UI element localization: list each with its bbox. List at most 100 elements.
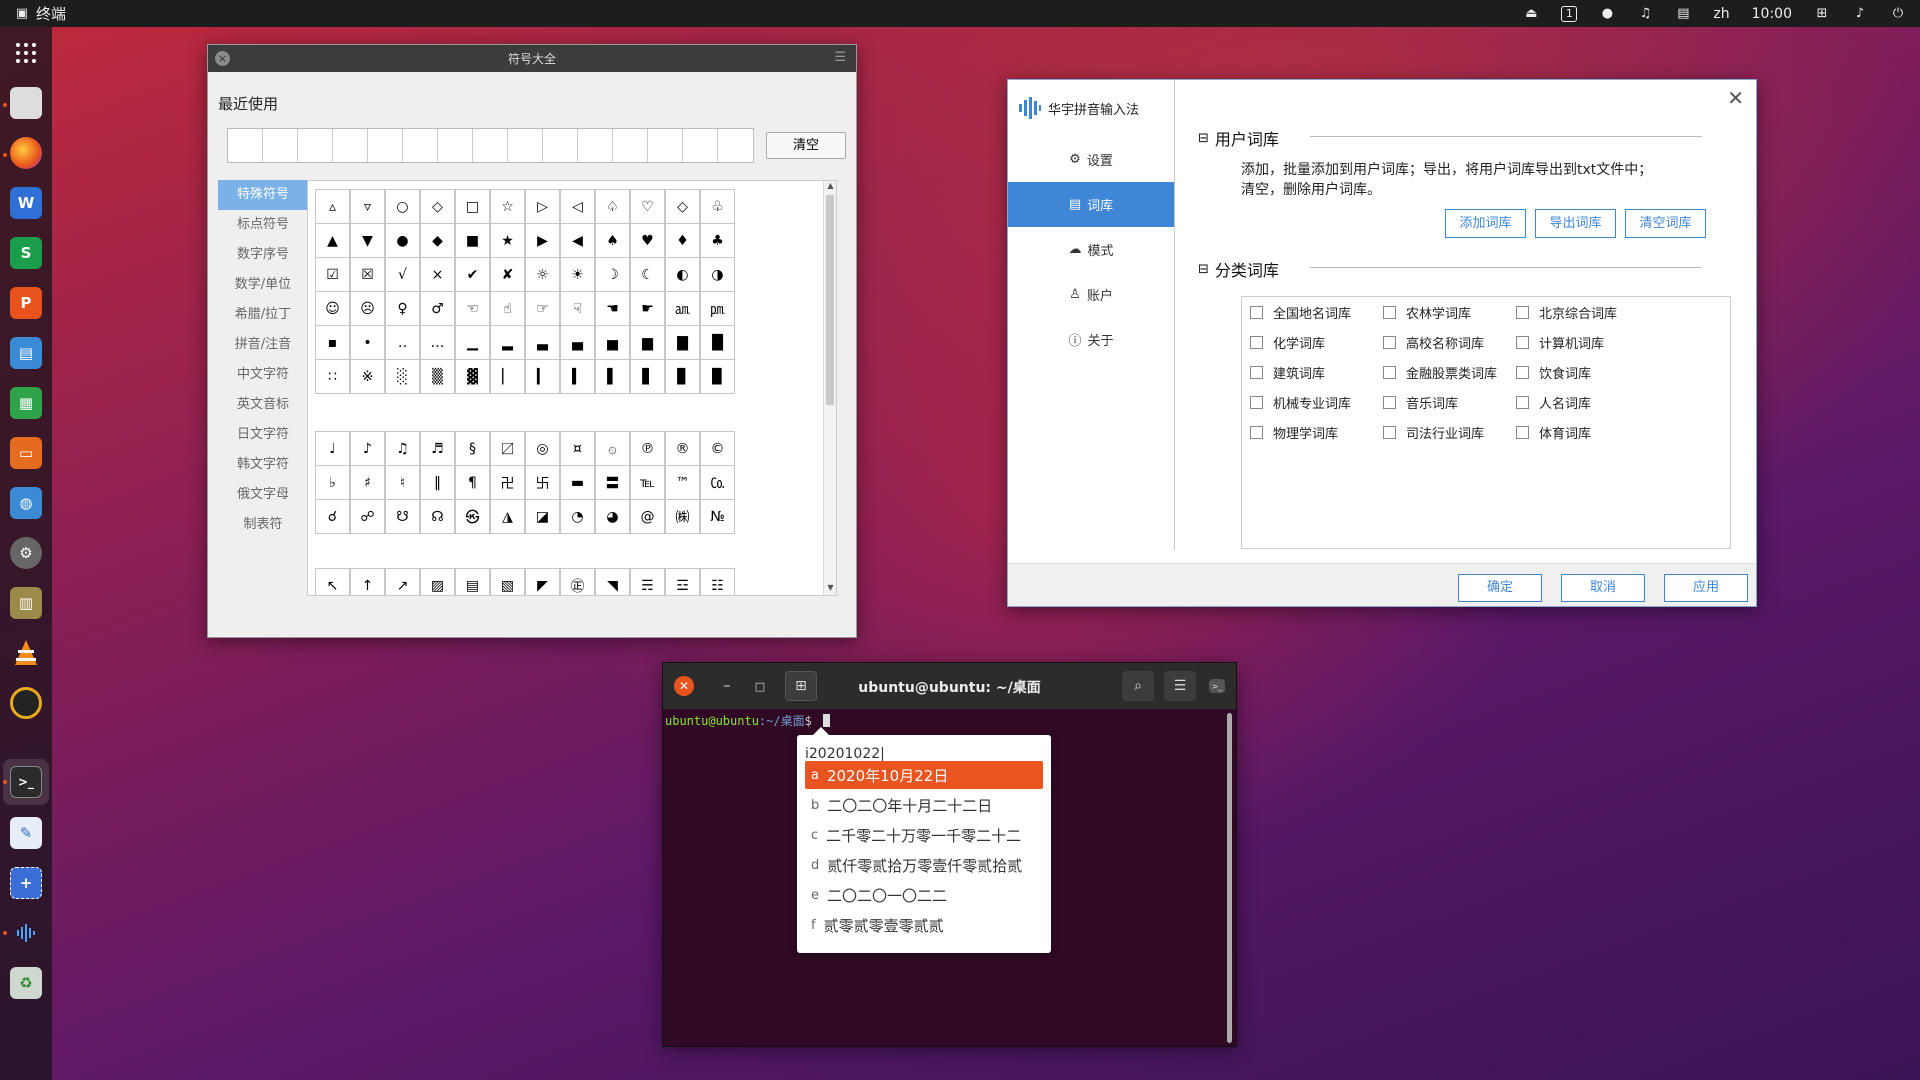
symbol-cell[interactable]: ▂ [490,325,525,360]
dict-checkbox-item[interactable]: 高校名称词库 [1383,333,1484,352]
wps-presentation-icon[interactable]: P [10,287,42,319]
symbol-cell[interactable]: ☾ [630,257,665,292]
dict-checkbox-item[interactable]: 物理学词库 [1250,423,1338,442]
notification-bell-icon[interactable]: ♫ [1637,6,1653,22]
checkbox[interactable] [1383,336,1396,349]
symbol-cell[interactable]: ◎ [525,431,560,466]
checkbox[interactable] [1383,426,1396,439]
symbol-cell[interactable]: ▧ [490,568,525,595]
files-icon[interactable] [10,87,42,119]
symbol-cell[interactable]: ♀ [385,291,420,326]
screenshot-icon[interactable]: + [10,867,42,899]
symbol-cell[interactable]: 〓 [595,465,630,500]
recent-slot[interactable] [718,129,753,162]
apply-button[interactable]: 应用 [1664,574,1748,602]
scrollbar-thumb[interactable] [826,195,834,405]
checkbox[interactable] [1516,426,1529,439]
symbol-cell[interactable]: ▪ [315,325,350,360]
symbol-cell[interactable]: ◇ [420,189,455,224]
checkbox[interactable] [1516,306,1529,319]
symbol-cell[interactable]: ☺ [315,291,350,326]
symbol-cell[interactable]: ▤ [455,568,490,595]
symbol-cell[interactable]: ▇ [665,325,700,360]
symbol-cell[interactable]: ㏂ [665,291,700,326]
category-item[interactable]: 标点符号 [218,210,308,240]
text-editor-icon[interactable]: ✎ [10,817,42,849]
dict-checkbox-item[interactable]: 音乐词库 [1383,393,1458,412]
terminal-scrollbar[interactable] [1227,713,1232,1043]
symbol-cell[interactable]: ™ [665,465,700,500]
symbol-cell[interactable]: ▉ [700,359,735,394]
symbol-cell[interactable]: ☌ [315,499,350,534]
symbol-cell[interactable]: ☟ [560,291,595,326]
dict-checkbox-item[interactable]: 机械专业词库 [1250,393,1351,412]
symbol-cell[interactable]: ▿ [350,189,385,224]
dict-checkbox-item[interactable]: 司法行业词库 [1383,423,1484,442]
dict-checkbox-item[interactable]: 人名词库 [1516,393,1591,412]
dict-checkbox-item[interactable]: 农林学词库 [1383,303,1471,322]
scroll-up-icon[interactable]: ▲ [824,181,836,193]
symbol-cell[interactable]: ‖ [420,465,455,500]
symbol-cell[interactable]: ▁ [455,325,490,360]
symbol-cell[interactable]: ↗ [385,568,420,595]
symbol-cell[interactable]: ♩ [315,431,350,466]
clock[interactable]: 10:00 [1752,6,1792,22]
symbol-cell[interactable]: ◥ [595,568,630,595]
symbol-cell[interactable]: 卐 [525,465,560,500]
terminal-content[interactable]: ubuntu@ubuntu:~/桌面$ [665,709,831,729]
symbol-cell[interactable]: ☋ [385,499,420,534]
recent-slot[interactable] [368,129,403,162]
symbol-cell[interactable]: ♤ [595,189,630,224]
symbol-cell[interactable]: ◑ [700,257,735,292]
symbol-cell[interactable]: ♬ [420,431,455,466]
hamburger-menu-icon[interactable]: ☰ [1164,671,1196,701]
symbol-cell[interactable]: ☊ [420,499,455,534]
wps-spreadsheet-icon[interactable]: S [10,237,42,269]
checkbox[interactable] [1250,396,1263,409]
category-item[interactable]: 拼音/注音 [218,330,308,360]
symbol-cell[interactable]: ∷ [315,359,350,394]
symbol-cell[interactable]: ▒ [420,359,455,394]
active-app-menu[interactable]: ▣ 终端 [0,3,66,24]
checkbox[interactable] [1516,396,1529,409]
symbol-cell[interactable]: ۞ [595,431,630,466]
symbol-cell[interactable]: ♂ [420,291,455,326]
ime-candidate[interactable]: f 贰零贰零壹零贰贰 [805,911,1043,939]
dict-checkbox-item[interactable]: 金融股票类词库 [1383,363,1497,382]
ime-candidate[interactable]: b 二〇二〇年十月二十二日 [805,791,1043,819]
symbol-cell[interactable]: □ [455,189,490,224]
clipboard-icon[interactable]: ▤ [1675,6,1691,22]
recent-slot[interactable] [473,129,508,162]
symbol-cell[interactable]: … [420,325,455,360]
symbol-cell[interactable]: ◤ [525,568,560,595]
recent-slot[interactable] [263,129,298,162]
category-item[interactable]: 韩文字符 [218,450,308,480]
clear-recent-button[interactable]: 清空 [766,132,846,159]
symbol-cell[interactable]: √ [385,257,420,292]
app-grid-icon[interactable] [10,37,42,69]
input-language-indicator[interactable]: zh [1713,6,1729,22]
symbol-cell[interactable]: ▄ [560,325,595,360]
ok-button[interactable]: 确定 [1458,574,1542,602]
symbol-cell[interactable]: ◕ [595,499,630,534]
symbol-cell[interactable]: ◐ [665,257,700,292]
symbol-cell[interactable]: ▋ [630,359,665,394]
search-icon[interactable]: ⌕ [1122,671,1154,701]
category-item[interactable]: 俄文字母 [218,480,308,510]
symbol-cell[interactable]: ♦ [665,223,700,258]
firefox-icon[interactable] [10,137,42,169]
eject-icon[interactable]: ⏏ [1523,6,1539,22]
category-item[interactable]: 制表符 [218,510,308,540]
recent-slot[interactable] [438,129,473,162]
recent-slot[interactable] [683,129,718,162]
nav-settings[interactable]: ⚙ 设置 [1008,137,1174,182]
symbol-cell[interactable]: ▬ [560,465,595,500]
dict-checkbox-item[interactable]: 饮食词库 [1516,363,1591,382]
nav-mode[interactable]: ☁ 模式 [1008,227,1174,272]
symbol-cell[interactable]: ♥ [630,223,665,258]
checkbox[interactable] [1516,366,1529,379]
new-tab-icon[interactable]: ⊞ [785,671,817,701]
symbol-cell[interactable]: 〼 [490,431,525,466]
symbol-cell[interactable]: ▆ [630,325,665,360]
checkbox[interactable] [1250,336,1263,349]
